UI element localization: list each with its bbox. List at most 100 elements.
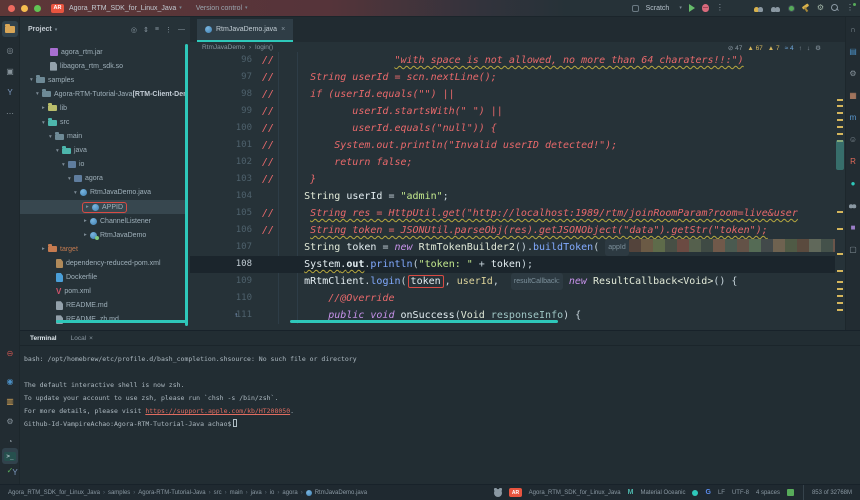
problems-icon[interactable]: ⊖	[2, 345, 18, 361]
next-problem-icon[interactable]: ↓	[807, 45, 810, 52]
run-config-selector[interactable]: Scratch	[646, 5, 670, 12]
tree-item-pom-xml[interactable]: Vpom.xml	[20, 285, 186, 299]
dependencies-icon[interactable]: ▦	[846, 88, 860, 102]
warning-stripe-mark[interactable]	[837, 126, 843, 128]
ai-assistant-icon[interactable]: ☺	[846, 132, 860, 146]
line-number[interactable]: 106	[190, 222, 252, 239]
github-icon[interactable]	[494, 489, 502, 497]
gradle-icon[interactable]: ⚙	[846, 66, 860, 80]
debug-button[interactable]	[702, 4, 709, 12]
code-line-106[interactable]: 106// String token = JSONUtil.parseObj(r…	[190, 222, 835, 239]
path-item[interactable]: agora	[282, 490, 297, 496]
warning-stripe-mark[interactable]	[837, 119, 843, 121]
tree-item-samples[interactable]: ▾samples	[20, 73, 186, 87]
warning-stripe-mark[interactable]	[837, 281, 843, 283]
line-number[interactable]: 107	[190, 239, 252, 256]
status-theme[interactable]: Material Oceanic	[640, 490, 685, 496]
build-hammer-icon[interactable]	[802, 4, 810, 12]
close-tab-icon[interactable]: ×	[281, 26, 285, 33]
project-vertical-scrollbar[interactable]	[185, 44, 188, 326]
warning-stripe-mark[interactable]	[837, 99, 843, 101]
project-horizontal-scrollbar[interactable]	[56, 320, 186, 323]
commit-icon[interactable]: Y	[2, 84, 18, 100]
tree-item-rtmjavademo[interactable]: ▸RtmJavaDemo	[20, 228, 186, 242]
line-number[interactable]: 102	[190, 154, 252, 171]
more-run-options-icon[interactable]: ⋮	[716, 4, 724, 12]
status-indent[interactable]: 4 spaces	[756, 490, 780, 496]
hide-panel-icon[interactable]: —	[178, 26, 185, 34]
code-line-110[interactable]: 110 //@Override	[190, 290, 835, 307]
override-gutter-icon[interactable]: ↑	[234, 307, 238, 324]
code-line-99[interactable]: 99// userId.startsWith(" ") ||	[190, 103, 835, 120]
more-tools-icon[interactable]: ⋯	[2, 105, 18, 121]
grazie-icon[interactable]: G	[705, 489, 710, 496]
ide-status-dot-icon[interactable]	[788, 5, 795, 12]
warning-stripe-mark[interactable]	[837, 228, 843, 230]
panel-options-icon[interactable]: ⋮	[165, 26, 172, 34]
close-session-icon[interactable]: ×	[89, 335, 93, 342]
project-view-selector[interactable]: Project	[28, 26, 52, 33]
todo-icon[interactable]: ▥	[2, 393, 18, 409]
code-line-103[interactable]: 103// }	[190, 171, 835, 188]
warning-stripe-mark[interactable]	[837, 309, 843, 311]
code-line-96[interactable]: 96// "with space is not allowed, no more…	[190, 52, 835, 69]
tree-item-agora[interactable]: ▾agora	[20, 172, 186, 186]
coverage-icon[interactable]: ●	[846, 176, 860, 190]
run-dashboard-icon[interactable]: R	[846, 154, 860, 168]
tree-item-agora-rtm-tutorial-java[interactable]: ▾Agora-RTM-Tutorial-Java [RTM-Client-Dem…	[20, 87, 186, 101]
code-line-104[interactable]: 104 String userId = "admin";	[190, 188, 835, 205]
editor-error-stripe[interactable]	[835, 42, 845, 330]
line-number[interactable]: 108	[190, 256, 252, 273]
tree-item-java[interactable]: ▾java	[20, 144, 186, 158]
inspection-settings-icon[interactable]: ⚙	[815, 44, 821, 52]
device-manager-icon[interactable]: ▢	[846, 242, 860, 256]
editor-scrollbar-thumb[interactable]	[836, 140, 844, 170]
line-number[interactable]: 103	[190, 171, 252, 188]
expand-icon[interactable]: ⇕	[143, 26, 149, 34]
path-item[interactable]: main	[230, 490, 243, 496]
column-mode-icon[interactable]	[787, 489, 794, 496]
line-number[interactable]: 110	[190, 290, 252, 307]
warning-stripe-mark[interactable]	[837, 211, 843, 213]
locate-file-icon[interactable]: ◎	[131, 26, 137, 34]
settings-sync-icon[interactable]: ⚙	[2, 413, 18, 429]
line-number[interactable]: 104	[190, 188, 252, 205]
tab-rtmjavademo[interactable]: RtmJavaDemo.java ×	[197, 19, 293, 42]
code-line-100[interactable]: 100// userId.equals("null")) {	[190, 120, 835, 137]
profiler-user-icon[interactable]	[771, 4, 781, 12]
more-menu-icon[interactable]: ⋮	[846, 4, 854, 12]
notifications-icon[interactable]: ∩	[846, 22, 860, 36]
line-number[interactable]: 98	[190, 86, 252, 103]
plugins-icon[interactable]: ■	[846, 220, 860, 234]
version-control-menu[interactable]: Version control	[196, 5, 242, 12]
inspections-widget[interactable]: ⊘ 47 ▲ 67 ▲ 7 ≈ 4 ↑ ↓ ⚙	[728, 44, 821, 52]
warning-stripe-mark[interactable]	[837, 112, 843, 114]
warning-stripe-mark[interactable]	[837, 302, 843, 304]
tree-item-appid[interactable]: ▸APPID	[20, 200, 186, 214]
line-number[interactable]: 105	[190, 205, 252, 222]
tree-item-readme-md[interactable]: README.md	[20, 299, 186, 313]
close-window-button[interactable]	[8, 5, 15, 12]
warning-stripe-mark[interactable]	[837, 288, 843, 290]
status-line-separator[interactable]: LF	[718, 490, 725, 496]
tree-item-src[interactable]: ▾src	[20, 115, 186, 129]
debug-icon[interactable]: ◉	[2, 373, 18, 389]
line-number[interactable]: 101	[190, 137, 252, 154]
tree-item-main[interactable]: ▾main	[20, 130, 186, 144]
breadcrumb-method[interactable]: login()	[255, 44, 273, 51]
breadcrumb-class[interactable]: RtmJavaDemo	[202, 44, 245, 51]
collapse-all-icon[interactable]: ≡	[155, 26, 159, 34]
tree-item-channellistener[interactable]: ▸ChannelListener	[20, 214, 186, 228]
memory-indicator[interactable]: 853 of 32768M	[803, 485, 860, 500]
code-line-102[interactable]: 102// return false;	[190, 154, 835, 171]
code-line-107[interactable]: 107 String token = new RtmTokenBuilder2(…	[190, 239, 835, 256]
code-with-me-icon[interactable]	[754, 4, 764, 12]
code-line-98[interactable]: 98// if (userId.equals("") ||	[190, 86, 835, 103]
path-item[interactable]: Agora-RTM-Tutorial-Java	[138, 490, 205, 496]
path-item[interactable]: io	[270, 490, 275, 496]
code-line-97[interactable]: 97// String userId = scn.nextLine();	[190, 69, 835, 86]
tree-item-dockerfile[interactable]: Dockerfile	[20, 271, 186, 285]
line-number[interactable]: 97	[190, 69, 252, 86]
code-line-108[interactable]: 108 System.out.println("token: " + token…	[190, 256, 835, 273]
path-item[interactable]: src	[214, 490, 222, 496]
